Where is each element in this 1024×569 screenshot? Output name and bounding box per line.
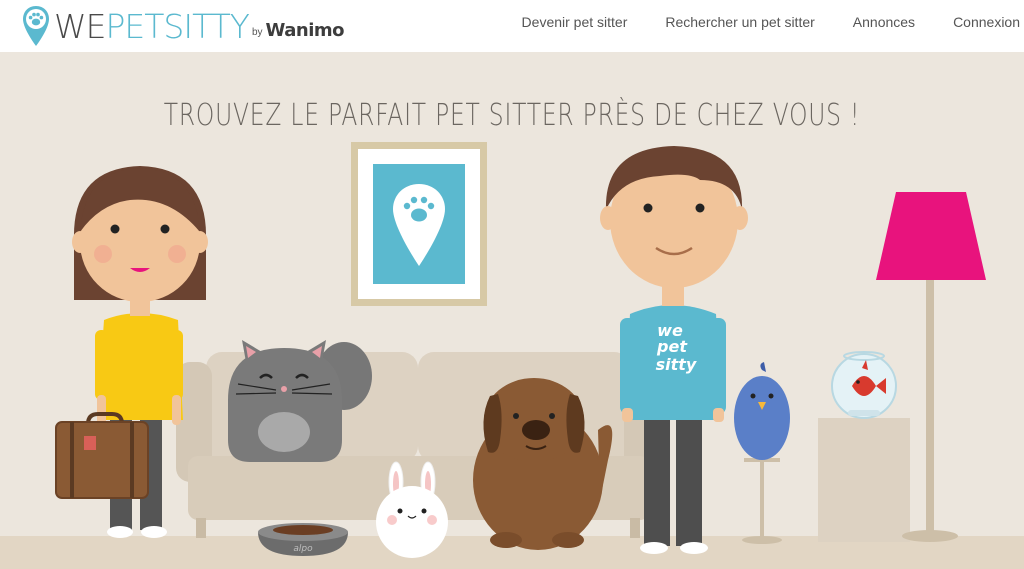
shirt-text-line-3: sitty: [656, 355, 697, 374]
framed-picture: [351, 142, 487, 306]
bird-on-perch: [734, 362, 790, 544]
paw-pin-icon: [23, 6, 49, 46]
nav-become-sitter[interactable]: Devenir pet sitter: [522, 14, 628, 30]
shirt-text-line-2: pet: [656, 337, 688, 356]
logo-petsitty: PETSITTY: [105, 6, 249, 46]
suitcase: [55, 412, 149, 499]
logo-wanimo: Wanimo: [265, 20, 345, 41]
side-table: [818, 418, 910, 542]
fishbowl: [831, 351, 897, 419]
nav-listings[interactable]: Annonces: [853, 14, 915, 30]
logo-by: by: [251, 27, 263, 38]
nav-login[interactable]: Connexion: [953, 14, 1020, 30]
logo-we: WE: [54, 6, 106, 46]
bowl-label: alpo: [293, 544, 313, 554]
hero-title: TROUVEZ LE PARFAIT PET SITTER PRÈS DE CH…: [163, 98, 861, 134]
nav-search-sitter[interactable]: Rechercher un pet sitter: [665, 14, 814, 30]
site-logo[interactable]: WEPETSITTY by Wanimo: [22, 0, 345, 52]
site-header: WEPETSITTY by Wanimo Devenir pet sitter …: [0, 0, 1024, 52]
main-nav: Devenir pet sitter Rechercher un pet sit…: [484, 0, 1024, 44]
food-bowl: alpo: [258, 523, 348, 556]
logo-wordmark: WEPETSITTY: [54, 6, 250, 46]
